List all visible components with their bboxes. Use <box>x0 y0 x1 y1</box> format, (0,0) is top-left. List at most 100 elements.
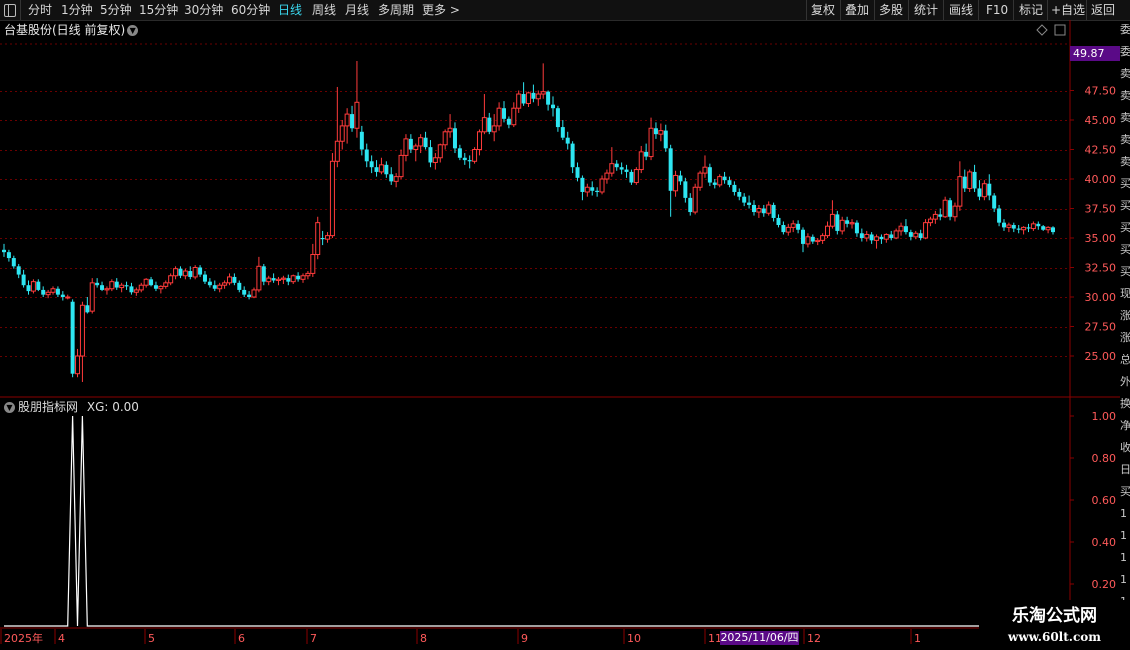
candle-body <box>334 140 340 162</box>
candle <box>859 228 864 242</box>
candlestick-series <box>2 61 1055 382</box>
candle-body <box>737 191 742 197</box>
candle-body <box>747 202 752 205</box>
candle <box>688 193 693 216</box>
candle <box>408 134 413 154</box>
quote-panel-char: 净 <box>1120 420 1130 432</box>
candle <box>707 163 712 187</box>
candle <box>124 281 129 290</box>
diamond-icon <box>1036 24 1048 36</box>
candle <box>217 282 223 293</box>
candle <box>398 149 404 179</box>
candle-body <box>1045 226 1051 231</box>
time-axis-label: 5 <box>148 632 155 645</box>
candle <box>555 105 560 132</box>
candle <box>75 348 81 378</box>
price-tick-label: 40.00 <box>1085 173 1117 186</box>
candle <box>26 280 31 295</box>
candle-body <box>864 233 870 239</box>
candle <box>761 204 766 217</box>
candle <box>595 187 600 197</box>
candle-body <box>339 125 345 142</box>
candle-body <box>584 186 590 193</box>
candle <box>481 94 487 135</box>
candle-body <box>977 188 982 197</box>
candle-body <box>41 289 46 295</box>
candle-body <box>320 238 325 240</box>
candle-body <box>839 219 845 232</box>
candle <box>60 291 65 301</box>
candle <box>633 167 639 185</box>
candle <box>771 202 776 222</box>
candle <box>452 122 457 154</box>
candle-body <box>987 183 992 196</box>
candle <box>393 173 399 188</box>
candle <box>845 216 850 228</box>
candle-body <box>359 131 364 150</box>
candle <box>501 101 506 123</box>
candle <box>192 265 198 280</box>
candle <box>747 195 752 209</box>
candle <box>222 280 228 289</box>
candle <box>785 223 791 236</box>
candle-body <box>487 117 492 132</box>
candle <box>290 274 296 285</box>
candle <box>30 279 36 294</box>
candle <box>609 147 615 177</box>
candle <box>237 280 242 293</box>
indicator-title[interactable]: ▼ 股朋指标网 XG: 0.00 <box>4 398 139 415</box>
candle-body <box>776 217 781 226</box>
candle-body <box>511 107 517 126</box>
candle-body <box>149 279 154 286</box>
candle <box>511 102 517 128</box>
candle-body <box>829 213 835 227</box>
candle-body <box>663 130 668 149</box>
candle-body <box>100 285 105 290</box>
candle-body <box>1001 222 1006 228</box>
kline-chart[interactable]: 47.50 45.00 42.50 40.00 37.50 35.00 32.50 30.00… <box>0 0 1130 650</box>
candle <box>604 169 610 184</box>
candle <box>727 176 732 188</box>
candle <box>280 275 286 285</box>
candle <box>447 114 453 138</box>
candle-body <box>918 233 923 238</box>
candle-body <box>526 92 531 104</box>
candle-body <box>389 174 394 182</box>
candle <box>1041 225 1046 231</box>
candle-body <box>692 186 698 213</box>
candle <box>1001 219 1006 231</box>
indicator-tick-label: 1.00 <box>1092 410 1117 423</box>
chart-grid <box>0 20 1120 629</box>
candle-body <box>869 234 874 241</box>
candle <box>825 221 831 238</box>
candle-body <box>707 167 712 183</box>
indicator-panel: 1.00 0.80 0.60 0.40 0.20 <box>4 410 1117 627</box>
candle-body <box>619 167 624 170</box>
candle-body <box>26 285 31 292</box>
candle <box>815 238 821 246</box>
candle <box>271 273 276 283</box>
candle <box>540 63 546 99</box>
candle <box>226 273 232 286</box>
candle-body <box>138 284 144 291</box>
quote-panel-char: 买 <box>1120 244 1130 256</box>
candle <box>403 134 409 162</box>
candle-body <box>697 172 703 188</box>
time-axis-label: 8 <box>420 632 427 645</box>
candle-body <box>50 288 56 293</box>
candle <box>1036 221 1041 230</box>
candle-body <box>70 301 75 374</box>
candle-body <box>923 222 929 239</box>
time-axis-label: 2025年 <box>4 631 43 645</box>
candle-body <box>462 157 467 161</box>
candle-body <box>516 93 522 109</box>
quote-panel-char: 卖 <box>1120 90 1130 102</box>
price-tick-label: 32.50 <box>1085 262 1117 275</box>
candle <box>516 90 522 113</box>
candle-body <box>207 281 212 286</box>
candle-body <box>717 176 723 186</box>
chevron-down-icon[interactable]: ▼ <box>4 402 15 413</box>
candle <box>619 162 624 175</box>
candle-body <box>55 288 60 295</box>
candle <box>580 175 585 201</box>
